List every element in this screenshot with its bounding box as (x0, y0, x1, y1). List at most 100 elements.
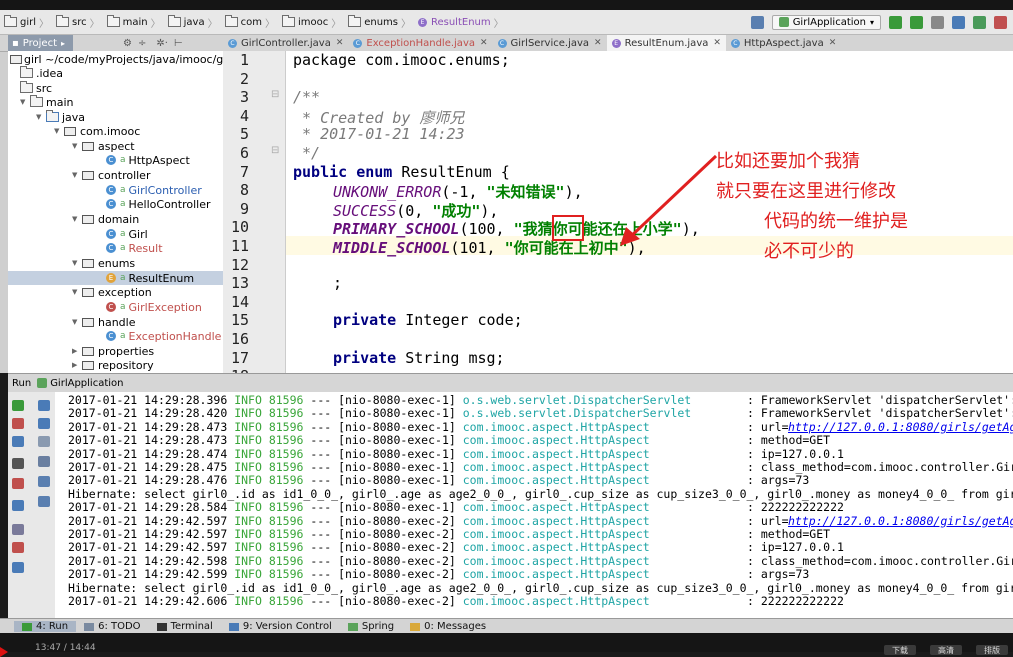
run-tab[interactable]: GirlApplication (50, 378, 123, 389)
collapse-arrow-icon[interactable]: ▶ (72, 361, 82, 369)
tab-girlservice[interactable]: C GirlService.java ✕ (493, 35, 607, 51)
close-icon[interactable]: ✕ (829, 38, 837, 48)
tree-item[interactable]: ▼ handle (72, 315, 136, 329)
breadcrumb-item[interactable]: main 〉 (103, 15, 164, 30)
tree-item[interactable]: ▶ properties (72, 344, 154, 358)
play-icon[interactable] (0, 647, 8, 657)
tree-item[interactable]: ▼ java (36, 110, 85, 124)
tab-girlcontroller[interactable]: C GirlController.java ✕ (223, 35, 348, 51)
exit-icon[interactable] (12, 478, 24, 489)
pin-icon[interactable] (12, 524, 24, 535)
breadcrumb-item[interactable]: java 〉 (164, 15, 221, 30)
toolbar-right: GirlApplication ▾ (750, 10, 1013, 34)
expand-arrow-icon[interactable]: ▼ (54, 127, 64, 135)
rerun-icon[interactable] (12, 400, 24, 411)
build-icon[interactable] (750, 15, 764, 29)
tool-window-version-control[interactable]: 9: Version Control (221, 621, 340, 632)
debug-icon[interactable] (910, 15, 923, 29)
expand-arrow-icon[interactable]: ▼ (72, 171, 82, 179)
tool-window-terminal[interactable]: Terminal (149, 621, 221, 632)
console-output[interactable]: 2017-01-21 14:29:28.396 INFO 81596 --- [… (55, 392, 1013, 618)
breadcrumb-item[interactable]: girl 〉 (0, 15, 52, 30)
collapse-arrow-icon[interactable]: ▶ (72, 347, 82, 355)
scroll-up-icon[interactable] (38, 400, 50, 411)
tree-item[interactable]: ▼ com.imooc (54, 124, 140, 138)
stop-icon[interactable] (12, 418, 24, 429)
gear-icon[interactable]: ✲· (156, 38, 168, 49)
help-icon[interactable] (12, 562, 24, 573)
scroll-to-end-icon[interactable] (38, 456, 50, 467)
expand-arrow-icon[interactable]: ▼ (72, 259, 82, 267)
tree-item[interactable]: Ca HelloController (106, 197, 211, 211)
quality-button[interactable]: 高清 (930, 645, 962, 655)
tool-window-todo[interactable]: 6: TODO (76, 621, 148, 632)
close-icon[interactable]: ✕ (713, 38, 721, 48)
fold-icon[interactable]: ⊟ (271, 89, 279, 100)
console-url-link[interactable]: http://127.0.0.1:8080/girls/getAg (788, 514, 1013, 528)
expand-arrow-icon[interactable]: ▼ (72, 142, 82, 150)
close-icon[interactable]: ✕ (480, 38, 488, 48)
breadcrumb-item[interactable]: com 〉 (221, 15, 278, 30)
access-icon: a (120, 229, 126, 239)
expand-arrow-icon[interactable]: ▼ (72, 288, 82, 296)
tree-root[interactable]: girl ~/code/myProjects/java/imooc/g (10, 52, 223, 66)
expand-arrow-icon[interactable]: ▼ (72, 215, 82, 223)
tool-window-messages[interactable]: 0: Messages (402, 621, 494, 632)
tree-item[interactable]: Ca Girl (106, 227, 148, 241)
tree-item[interactable]: ▼ enums (72, 256, 135, 270)
close-icon[interactable]: ✕ (336, 38, 344, 48)
tool-window-spring[interactable]: Spring (340, 621, 402, 632)
vcs-commit-icon[interactable] (973, 15, 986, 29)
access-icon: a (120, 155, 126, 165)
hide-icon[interactable]: ⊢ (174, 38, 183, 49)
tree-item[interactable]: Ca ExceptionHandle (106, 329, 221, 343)
scroll-down-icon[interactable] (38, 418, 50, 429)
tree-item[interactable]: ▼ aspect (72, 139, 135, 153)
tree-item[interactable]: ▼ exception (72, 285, 152, 299)
close-icon[interactable] (12, 542, 24, 553)
tab-resultenum[interactable]: E ResultEnum.java ✕ (606, 35, 726, 51)
expand-arrow-icon[interactable]: ▼ (36, 113, 46, 121)
breadcrumb-item[interactable]: enums 〉 (344, 15, 414, 30)
code-editor[interactable]: package com.imooc.enums; /** * Created b… (286, 51, 1013, 373)
layout-button[interactable]: 排版 (976, 645, 1008, 655)
tool-window-run[interactable]: 4: Run (14, 621, 77, 632)
vcs-update-icon[interactable] (952, 15, 965, 29)
tab-httpaspect[interactable]: C HttpAspect.java ✕ (726, 35, 841, 51)
breadcrumb-item[interactable]: src 〉 (52, 15, 103, 30)
project-view-selector[interactable]: ▪ Project ▸ (8, 35, 74, 51)
tree-item[interactable]: src (20, 81, 52, 95)
expand-arrow-icon[interactable]: ▼ (72, 318, 82, 326)
tree-item-selected[interactable]: Ea ResultEnum (8, 271, 223, 285)
run-configuration-selector[interactable]: GirlApplication ▾ (771, 14, 881, 30)
project-panel-header: ▪ Project ▸ ⚙ ÷ ✲· ⊢ (0, 35, 223, 52)
tree-item[interactable]: Ca GirlException (106, 300, 202, 314)
pause-icon[interactable] (12, 436, 24, 447)
tree-item[interactable]: ▼ main (20, 95, 73, 109)
soft-wrap-icon[interactable] (38, 436, 50, 447)
print-icon[interactable] (38, 476, 50, 487)
clear-all-icon[interactable] (38, 496, 50, 507)
tree-item[interactable]: Ca Result (106, 241, 163, 255)
tree-item[interactable]: ▶ repository (72, 358, 154, 372)
tree-item[interactable]: ▼ domain (72, 212, 139, 226)
tree-item[interactable]: Ca HttpAspect (106, 153, 190, 167)
run-icon[interactable] (889, 15, 902, 29)
breadcrumb-item[interactable]: imooc 〉 (278, 15, 344, 30)
download-button[interactable]: 下载 (884, 645, 916, 655)
layout-icon[interactable] (12, 500, 24, 511)
close-icon[interactable]: ✕ (594, 38, 602, 48)
vcs-history-icon[interactable] (994, 15, 1007, 29)
tab-exceptionhandle[interactable]: C ExceptionHandle.java ✕ (348, 35, 492, 51)
tree-item[interactable]: Ca GirlController (106, 183, 202, 197)
tree-item[interactable]: ▼ controller (72, 168, 150, 182)
coverage-icon[interactable] (931, 15, 944, 29)
fold-icon[interactable]: ⊟ (271, 145, 279, 156)
tree-item[interactable]: .idea (20, 66, 63, 80)
camera-icon[interactable] (12, 458, 24, 469)
collapse-icon[interactable]: ÷ (138, 38, 146, 49)
expand-arrow-icon[interactable]: ▼ (20, 98, 30, 106)
breadcrumb-item[interactable]: E ResultEnum 〉 (414, 15, 507, 30)
sync-icon[interactable]: ⚙ (123, 38, 132, 49)
console-url-link[interactable]: http://127.0.0.1:8080/girls/getAg (788, 420, 1013, 434)
